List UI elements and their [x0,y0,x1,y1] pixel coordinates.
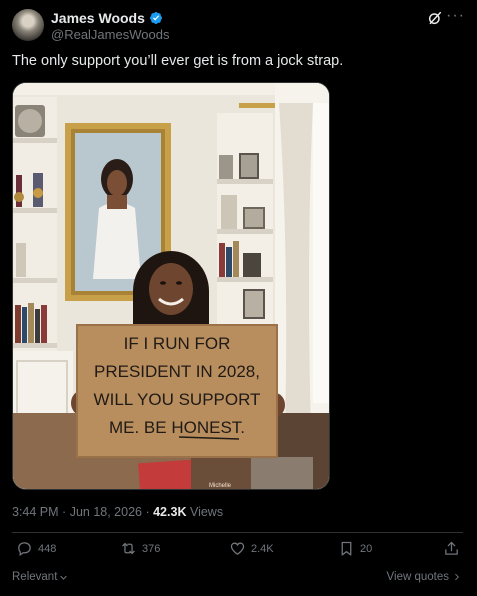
views-label: Views [189,505,224,519]
action-bar: 448 376 2.4K 20 [12,540,463,564]
reply-icon [18,542,31,557]
tweet-image[interactable]: Michelle IF I RUN FOR PRESIDENT IN 2028,… [12,82,330,490]
author-name-row[interactable]: James Woods [51,10,163,26]
like-button[interactable]: 2.4K [229,540,274,557]
tweet-date[interactable]: Jun 18, 2026 [70,505,142,519]
bookmark-icon [341,541,352,556]
repost-icon [122,542,135,555]
repost-button[interactable]: 376 [120,540,160,557]
reply-button[interactable]: 448 [16,540,56,557]
view-quotes-label: View quotes [386,571,449,583]
views-count: 42.3K [153,505,187,519]
divider [12,532,463,533]
meta-separator: · [62,505,70,519]
sign-line-2: PRESIDENT IN 2028, [94,362,260,381]
chevron-down-icon [60,575,68,580]
sign-line-3: WILL YOU SUPPORT [94,390,261,409]
repost-count: 376 [142,542,161,555]
chevron-right-icon [455,573,459,581]
photo-illustration: Michelle IF I RUN FOR PRESIDENT IN 2028,… [13,83,329,489]
view-quotes-link[interactable]: View quotes [387,571,461,583]
sort-dropdown[interactable]: Relevant [12,571,68,583]
author-handle[interactable]: @RealJamesWoods [51,27,169,42]
tweet-text: The only support you’ll ever get is from… [12,53,344,69]
share-icon [445,541,458,555]
avatar[interactable] [12,9,44,41]
like-count: 2.4K [251,542,274,555]
sort-label: Relevant [12,571,58,583]
bookmark-count: 20 [360,542,373,555]
verified-icon [149,12,162,24]
reply-count: 448 [38,542,57,555]
tweet-meta: 3:44 PM · Jun 18, 2026 · 42.3K Views [12,505,223,519]
more-icon[interactable]: ··· [446,8,465,24]
reply-sort-bar: Relevant View quotes [12,571,463,587]
magazine-label: Michelle [209,483,232,489]
like-icon [230,542,245,555]
bookmark-button[interactable]: 20 [338,540,372,557]
grok-icon[interactable] [427,10,443,26]
sign-line-4: ME. BE HONEST. [109,418,245,437]
share-button[interactable] [443,540,460,557]
sign-line-1: IF I RUN FOR [124,334,231,353]
meta-separator: · [145,505,154,519]
author-name[interactable]: James Woods [51,10,145,26]
tweet-time[interactable]: 3:44 PM [12,505,59,519]
tweet-header: James Woods @RealJamesWoods ··· [12,8,467,44]
